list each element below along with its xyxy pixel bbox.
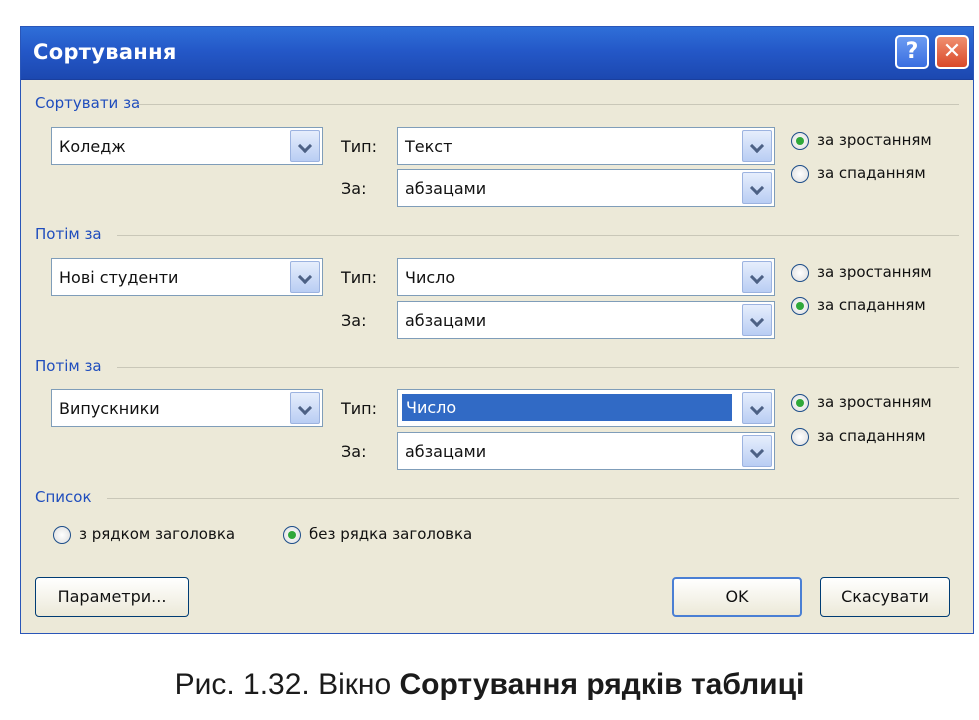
by-3-select[interactable]: абзацами bbox=[397, 432, 775, 470]
radio-dot[interactable] bbox=[791, 394, 809, 412]
sort-field-2-select[interactable]: Нові студенти bbox=[51, 258, 323, 296]
type-1-value: Текст bbox=[405, 137, 453, 156]
by-label-3: За: bbox=[341, 442, 367, 461]
type-label-3: Тип: bbox=[341, 399, 378, 418]
type-label-1: Тип: bbox=[341, 137, 378, 156]
sort-field-3-select[interactable]: Випускники bbox=[51, 389, 323, 427]
group-divider bbox=[137, 104, 959, 105]
sort-field-2-value: Нові студенти bbox=[59, 268, 179, 287]
chevron-down-icon[interactable] bbox=[742, 304, 772, 336]
radio-dot[interactable] bbox=[791, 132, 809, 150]
group-divider bbox=[117, 235, 959, 236]
radio-dot[interactable] bbox=[283, 526, 301, 544]
question-icon: ? bbox=[905, 39, 919, 64]
radio-desc-1-label: за спаданням bbox=[817, 164, 926, 182]
radio-dot[interactable] bbox=[791, 165, 809, 183]
type-label-2: Тип: bbox=[341, 268, 378, 287]
figure-caption: Рис. 1.32. Вікно Сортування рядків табли… bbox=[0, 668, 979, 702]
chevron-down-icon[interactable] bbox=[742, 172, 772, 204]
chevron-down-icon[interactable] bbox=[742, 392, 772, 424]
type-3-select[interactable]: Число bbox=[397, 389, 775, 427]
chevron-down-icon[interactable] bbox=[290, 392, 320, 424]
radio-asc-2-label: за зростанням bbox=[817, 263, 932, 281]
radio-asc-3-label: за зростанням bbox=[817, 393, 932, 411]
chevron-down-icon[interactable] bbox=[290, 261, 320, 293]
radio-dot[interactable] bbox=[791, 297, 809, 315]
group-label-then-by-1: Потім за bbox=[35, 225, 102, 243]
group-divider bbox=[117, 367, 959, 368]
sort-field-1-select[interactable]: Коледж bbox=[51, 127, 323, 165]
type-3-value: Число bbox=[402, 394, 732, 421]
title-bar[interactable]: Сортування ? ✕ bbox=[21, 27, 973, 80]
close-button[interactable]: ✕ bbox=[935, 35, 969, 69]
chevron-down-icon[interactable] bbox=[742, 261, 772, 293]
type-2-value: Число bbox=[405, 268, 456, 287]
sort-field-1-value: Коледж bbox=[59, 137, 126, 156]
dialog-title: Сортування bbox=[33, 40, 177, 64]
parameters-button[interactable]: Параметри... bbox=[35, 577, 189, 617]
by-label-1: За: bbox=[341, 179, 367, 198]
cancel-button[interactable]: Скасувати bbox=[820, 577, 950, 617]
sort-dialog: Сортування ? ✕ Сортувати за Коледж Тип: … bbox=[20, 26, 974, 634]
by-1-select[interactable]: абзацами bbox=[397, 169, 775, 207]
group-label-then-by-2: Потім за bbox=[35, 357, 102, 375]
by-2-select[interactable]: абзацами bbox=[397, 301, 775, 339]
caption-bold: Сортування рядків таблиці bbox=[399, 668, 805, 701]
close-icon: ✕ bbox=[942, 39, 962, 64]
chevron-down-icon[interactable] bbox=[742, 130, 772, 162]
sort-field-3-value: Випускники bbox=[59, 399, 160, 418]
radio-without-header-label: без рядка заголовка bbox=[309, 525, 473, 543]
help-button[interactable]: ? bbox=[895, 35, 929, 69]
chevron-down-icon[interactable] bbox=[290, 130, 320, 162]
type-1-select[interactable]: Текст bbox=[397, 127, 775, 165]
by-1-value: абзацами bbox=[405, 179, 487, 198]
caption-prefix: Рис. 1.32. Вікно bbox=[174, 668, 400, 701]
radio-with-header-label: з рядком заголовка bbox=[79, 525, 236, 543]
by-3-value: абзацами bbox=[405, 442, 487, 461]
group-label-sort-by: Сортувати за bbox=[35, 94, 141, 112]
radio-dot[interactable] bbox=[53, 526, 71, 544]
group-label-list: Список bbox=[35, 488, 92, 506]
ok-button[interactable]: OK bbox=[672, 577, 802, 617]
group-divider bbox=[107, 498, 959, 499]
radio-desc-3-label: за спаданням bbox=[817, 427, 926, 445]
type-2-select[interactable]: Число bbox=[397, 258, 775, 296]
by-label-2: За: bbox=[341, 311, 367, 330]
chevron-down-icon[interactable] bbox=[742, 435, 772, 467]
radio-asc-1-label: за зростанням bbox=[817, 131, 932, 149]
by-2-value: абзацами bbox=[405, 311, 487, 330]
radio-dot[interactable] bbox=[791, 428, 809, 446]
radio-dot[interactable] bbox=[791, 264, 809, 282]
radio-desc-2-label: за спаданням bbox=[817, 296, 926, 314]
